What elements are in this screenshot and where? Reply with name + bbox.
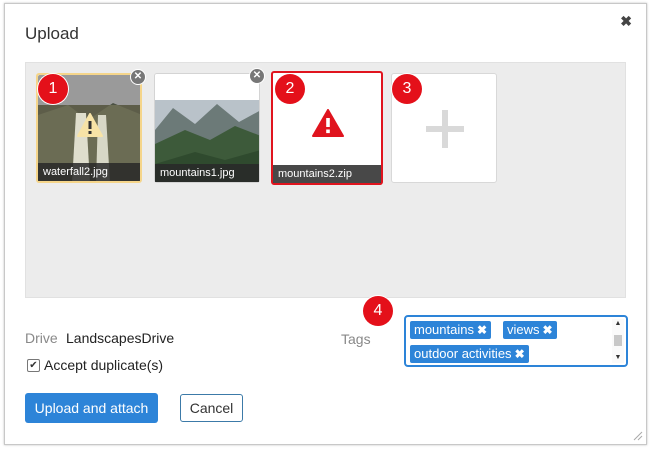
tags-label: Tags — [341, 331, 371, 347]
remove-file-icon[interactable]: ✕ — [130, 69, 146, 85]
remove-tag-icon[interactable]: ✖ — [477, 323, 487, 337]
file-name: waterfall2.jpg — [38, 163, 140, 181]
resize-grip-icon[interactable] — [633, 431, 643, 441]
annotation-marker-4: 4 — [363, 296, 393, 326]
file-drop-area[interactable]: waterfall2.jpg ✕ mountains1.jpg ✕ mounta… — [25, 62, 626, 298]
error-icon — [312, 109, 344, 137]
tags-input[interactable]: mountains ✖ views ✖ outdoor activities ✖ ▲ … — [404, 315, 628, 367]
tag-label: views — [507, 322, 540, 337]
file-tile-mountains1[interactable]: mountains1.jpg ✕ — [154, 68, 265, 183]
warning-icon — [77, 113, 103, 137]
annotation-marker-2: 2 — [275, 74, 305, 104]
tag-chip: views ✖ — [503, 321, 557, 339]
scroll-thumb[interactable] — [614, 335, 622, 346]
annotation-marker-3: 3 — [392, 74, 422, 104]
tag-label: mountains — [414, 322, 474, 337]
annotation-marker-1: 1 — [38, 74, 68, 104]
file-name: mountains2.zip — [273, 165, 381, 183]
close-icon[interactable]: ✖ — [620, 13, 632, 30]
plus-icon — [426, 110, 464, 148]
cancel-button[interactable]: Cancel — [180, 394, 243, 422]
upload-dialog: Upload ✖ waterfall2.jpg ✕ mountains1.jpg… — [4, 3, 647, 445]
tag-label: outdoor activities — [414, 346, 512, 361]
scroll-down-icon[interactable]: ▼ — [613, 354, 623, 362]
tags-scrollbar[interactable]: ▲ ▼ — [612, 319, 624, 363]
drive-value: LandscapesDrive — [66, 330, 175, 346]
scroll-up-icon[interactable]: ▲ — [613, 320, 623, 328]
tag-chip: outdoor activities ✖ — [410, 345, 529, 363]
upload-and-attach-button[interactable]: Upload and attach — [25, 393, 158, 423]
remove-tag-icon[interactable]: ✖ — [543, 323, 553, 337]
drive-label: Drive — [25, 330, 58, 346]
remove-file-icon[interactable]: ✕ — [249, 68, 265, 84]
dialog-title: Upload — [25, 24, 79, 43]
accept-duplicates-checkbox[interactable]: ✔ — [27, 358, 40, 372]
file-name: mountains1.jpg — [155, 164, 259, 182]
tag-chip: mountains ✖ — [410, 321, 492, 339]
accept-duplicates-label: Accept duplicate(s) — [44, 357, 164, 373]
accept-duplicates-row[interactable]: ✔ Accept duplicate(s) — [27, 357, 163, 373]
remove-tag-icon[interactable]: ✖ — [515, 347, 525, 361]
